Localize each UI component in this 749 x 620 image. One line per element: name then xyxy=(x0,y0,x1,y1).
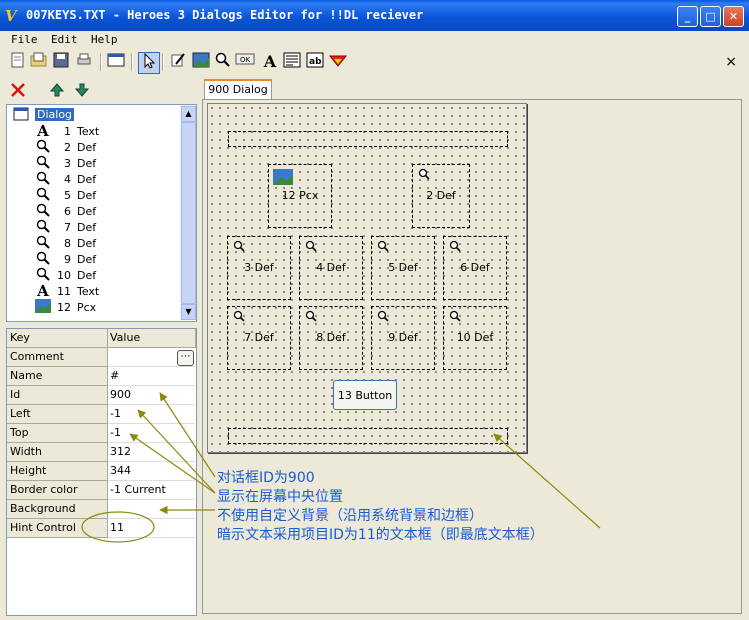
annotation-background: 不使用自定义背景（沿用系统背景和边框） xyxy=(217,508,483,524)
annotation-center: 显示在屏幕中央位置 xyxy=(217,489,343,505)
annotation-arrow-id xyxy=(159,392,216,478)
hint-control-highlight xyxy=(81,511,155,543)
annotation-arrow-top xyxy=(129,433,216,494)
annotation-arrow-left xyxy=(137,409,216,494)
annotation-arrow-bottom-text xyxy=(493,433,601,529)
annotation-dialog-id: 对话框ID为900 xyxy=(217,470,315,486)
annotation-hint-control: 暗示文本采用项目ID为11的文本框（即最底文本框） xyxy=(217,527,544,543)
